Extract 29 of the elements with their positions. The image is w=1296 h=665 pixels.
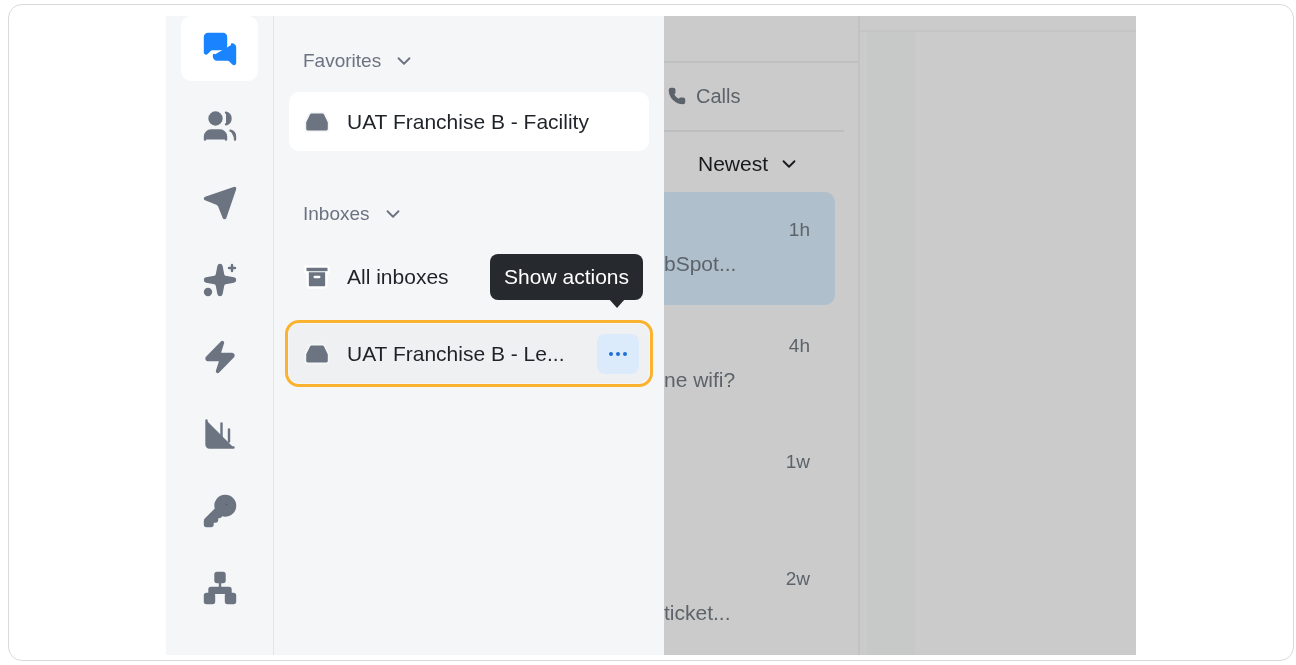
time-label: 1w	[785, 451, 810, 474]
inbox-item[interactable]: All inboxes	[289, 247, 459, 306]
phone-icon	[668, 87, 686, 106]
time-label: 2w	[785, 568, 810, 591]
stacked-tray-icon	[303, 262, 331, 291]
time-label: 1h	[788, 218, 810, 241]
conversation-item[interactable]: 1w	[664, 421, 835, 539]
sort-dropdown[interactable]: Newest	[698, 151, 801, 176]
rail-button[interactable]	[181, 16, 258, 81]
hierarchy-icon	[201, 569, 238, 606]
chat-bubbles-icon	[201, 30, 238, 67]
ellipsis-icon	[609, 351, 627, 356]
message-preview: bSpot...	[664, 251, 738, 276]
tooltip: Show actions	[490, 254, 643, 300]
sparkle-icon	[201, 261, 238, 298]
inbox-item[interactable]: UAT Franchise B - Facility	[289, 92, 649, 151]
calls-tab[interactable]: Calls	[664, 84, 741, 108]
tooltip-arrow-icon	[609, 299, 625, 308]
section-header[interactable]: Inboxes	[289, 199, 649, 229]
more-actions-button[interactable]	[597, 333, 639, 374]
section-header[interactable]: Favorites	[289, 46, 649, 76]
conversation-item[interactable]: 4h ne wifi?	[664, 304, 835, 422]
key-icon	[201, 492, 238, 529]
message-preview: ticket...	[664, 601, 732, 626]
conversation-item[interactable]: 2w ticket...	[664, 538, 835, 655]
conversation-item[interactable]: 1h bSpot...	[664, 191, 835, 305]
paper-plane-icon	[201, 184, 238, 221]
time-label: 4h	[788, 334, 810, 357]
message-preview: ne wifi?	[664, 367, 737, 392]
